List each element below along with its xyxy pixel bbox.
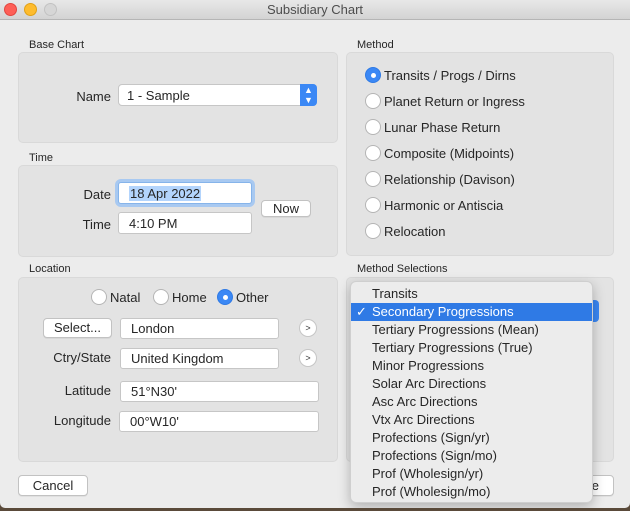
menu-item[interactable]: Profections (Sign/yr)	[351, 429, 592, 447]
method-option-relationship[interactable]: Relationship (Davison)	[365, 170, 515, 188]
country-state-input[interactable]: United Kingdom	[120, 348, 279, 369]
country-lookup-button[interactable]: >	[299, 349, 317, 367]
menu-item-label: Secondary Progressions	[372, 304, 514, 319]
time-input[interactable]: 4:10 PM	[118, 212, 252, 234]
menu-item-label: Asc Arc Directions	[372, 394, 478, 409]
menu-item[interactable]: Prof (Wholesign/mo)	[351, 483, 592, 501]
location-natal-radio[interactable]: Natal	[91, 288, 140, 306]
location-group-label: Location	[29, 263, 71, 275]
chevron-right-icon: >	[305, 323, 311, 333]
method-option-label: Composite (Midpoints)	[384, 145, 515, 161]
location-natal-label: Natal	[110, 289, 141, 305]
longitude-value: 00°W10'	[130, 414, 179, 429]
city-value: London	[131, 321, 175, 336]
radio-button-icon	[365, 145, 381, 161]
radio-button-icon	[365, 223, 381, 239]
radio-button-icon	[153, 289, 169, 305]
name-label: Name	[76, 89, 111, 104]
method-option-label: Relationship (Davison)	[384, 171, 515, 187]
menu-item-label: Prof (Wholesign/yr)	[372, 466, 484, 481]
latitude-value: 51°N30'	[131, 384, 177, 399]
method-option-harmonic[interactable]: Harmonic or Antiscia	[365, 196, 503, 214]
city-input[interactable]: London	[120, 318, 279, 339]
location-other-label: Other	[236, 289, 269, 305]
menu-item-label: Vtx Arc Directions	[372, 412, 475, 427]
base-chart-name-select[interactable]: 1 - Sample ▲ ▼	[118, 84, 317, 106]
latitude-input[interactable]: 51°N30'	[120, 381, 319, 402]
longitude-label: Longitude	[53, 413, 111, 428]
method-group: Transits / Progs / Dirns Planet Return o…	[346, 52, 614, 256]
up-down-chevron-icon: ▲ ▼	[300, 84, 317, 106]
method-option-label: Lunar Phase Return	[384, 119, 501, 135]
subsidiary-chart-window: Subsidiary Chart Base Chart Name 1 - Sam…	[0, 0, 630, 508]
base-chart-group: Name 1 - Sample ▲ ▼	[18, 52, 338, 143]
menu-item[interactable]: Tertiary Progressions (True)	[351, 339, 592, 357]
menu-item-label: Solar Arc Directions	[372, 376, 487, 391]
method-option-label: Relocation	[384, 223, 446, 239]
latitude-label: Latitude	[64, 383, 111, 398]
window-title: Subsidiary Chart	[266, 2, 364, 17]
time-value: 4:10 PM	[129, 216, 178, 231]
radio-button-icon	[365, 171, 381, 187]
menu-item[interactable]: Profections (Sign/mo)	[351, 447, 592, 465]
base-chart-group-label: Base Chart	[29, 39, 85, 51]
country-state-value: United Kingdom	[131, 351, 224, 366]
menu-item-label: Profections (Sign/yr)	[372, 430, 490, 445]
method-option-planet-return[interactable]: Planet Return or Ingress	[365, 92, 525, 110]
menu-item-selected[interactable]: ✓ Secondary Progressions	[351, 303, 592, 321]
method-option-label: Transits / Progs / Dirns	[384, 67, 516, 83]
menu-item[interactable]: Solar Arc Directions	[351, 375, 592, 393]
location-home-radio[interactable]: Home	[153, 288, 207, 306]
menu-item-label: Tertiary Progressions (True)	[372, 340, 533, 355]
method-selections-group-label: Method Selections	[357, 263, 448, 275]
location-other-radio[interactable]: Other	[217, 288, 269, 306]
menu-item-label: Transits	[372, 286, 418, 301]
menu-item[interactable]: Transits	[351, 285, 592, 303]
menu-item-label: Tertiary Progressions (Mean)	[372, 322, 539, 337]
method-selection-dropdown-menu: Transits ✓ Secondary Progressions Tertiar…	[350, 281, 593, 503]
menu-item[interactable]: Prof (Wholesign/yr)	[351, 465, 592, 483]
date-input[interactable]: 18 Apr 2022	[118, 182, 252, 204]
base-chart-name-value: 1 - Sample	[127, 88, 190, 103]
city-lookup-button[interactable]: >	[299, 319, 317, 337]
menu-item[interactable]: Asc Arc Directions	[351, 393, 592, 411]
time-label: Time	[82, 217, 111, 232]
radio-button-icon	[365, 119, 381, 135]
date-value: 18 Apr 2022	[129, 186, 202, 201]
longitude-input[interactable]: 00°W10'	[119, 411, 319, 432]
cancel-button[interactable]: Cancel	[18, 475, 88, 496]
location-home-label: Home	[172, 289, 207, 305]
checkmark-icon: ✓	[356, 304, 367, 319]
now-button[interactable]: Now	[261, 200, 311, 217]
menu-item-label: Minor Progressions	[372, 358, 484, 373]
method-option-composite[interactable]: Composite (Midpoints)	[365, 144, 514, 162]
method-option-label: Harmonic or Antiscia	[384, 197, 504, 213]
method-option-label: Planet Return or Ingress	[384, 93, 525, 109]
radio-button-icon	[365, 93, 381, 109]
method-group-label: Method	[357, 39, 394, 51]
location-group: Natal Home Other Select... London > Ctry…	[18, 277, 338, 462]
method-option-relocation[interactable]: Relocation	[365, 222, 445, 240]
select-location-button[interactable]: Select...	[43, 318, 112, 338]
radio-button-selected-icon	[217, 289, 233, 305]
country-state-label: Ctry/State	[53, 350, 111, 365]
menu-item[interactable]: Tertiary Progressions (Mean)	[351, 321, 592, 339]
menu-item-label: Prof (Wholesign/mo)	[372, 484, 491, 499]
radio-button-selected-icon	[365, 67, 381, 83]
date-label: Date	[83, 187, 111, 202]
menu-item-label: Profections (Sign/mo)	[372, 448, 497, 463]
method-option-transits[interactable]: Transits / Progs / Dirns	[365, 66, 516, 84]
radio-button-icon	[91, 289, 107, 305]
method-option-lunar-phase[interactable]: Lunar Phase Return	[365, 118, 500, 136]
radio-button-icon	[365, 197, 381, 213]
chevron-right-icon: >	[305, 353, 311, 363]
menu-item[interactable]: Minor Progressions	[351, 357, 592, 375]
time-group-label: Time	[29, 152, 54, 164]
title-bar: Subsidiary Chart	[0, 0, 630, 20]
menu-item[interactable]: Vtx Arc Directions	[351, 411, 592, 429]
time-group: Date 18 Apr 2022 Time 4:10 PM Now	[18, 165, 338, 257]
